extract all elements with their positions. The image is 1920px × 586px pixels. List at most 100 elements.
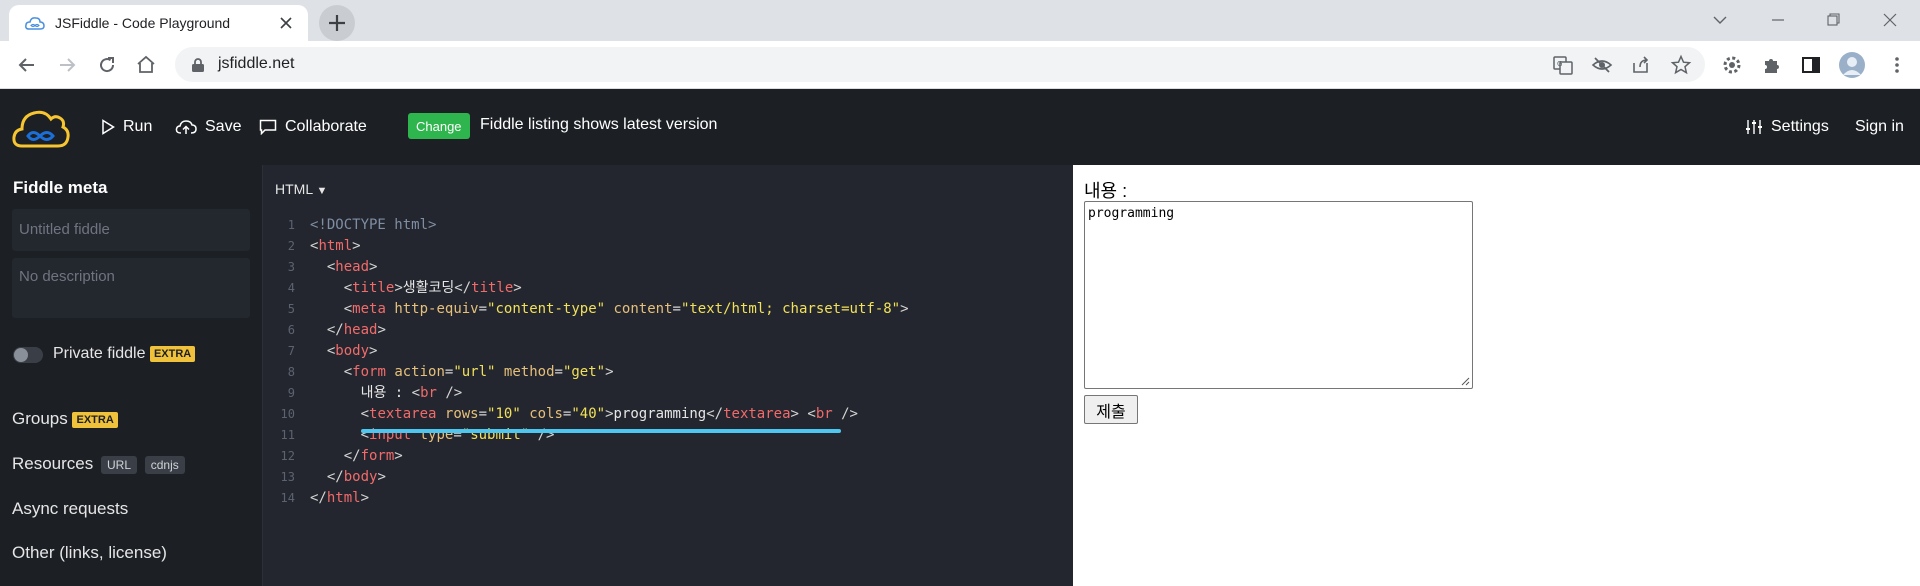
jsfiddle-favicon-icon	[25, 17, 45, 30]
language-label: HTML	[275, 181, 313, 197]
code-line: 10 <textarea rows="10" cols="40">program…	[263, 404, 1073, 425]
result-submit-button[interactable]: 제출	[1084, 395, 1138, 424]
change-badge[interactable]: Change	[408, 113, 470, 139]
code-line: 5 <meta http-equiv="content-type" conten…	[263, 299, 1073, 320]
chat-bubble-icon	[259, 119, 277, 135]
language-selector[interactable]: HTML ▼	[275, 181, 327, 197]
html-editor-panel[interactable]: HTML ▼ 1 <!DOCTYPE html> 2 <html> 3 <head>…	[263, 165, 1073, 586]
cloud-upload-icon	[175, 120, 197, 134]
cdnjs-chip[interactable]: cdnjs	[144, 455, 185, 474]
line-number: 7	[287, 344, 295, 358]
extra-badge: EXTRA	[72, 411, 118, 428]
code-line: 12 </form>	[263, 446, 1073, 467]
sidebar-item-other[interactable]: Other (links, license)	[12, 543, 167, 563]
browser-tab-bar: JSFiddle - Code Playground	[0, 0, 1920, 41]
translate-icon[interactable]: G	[1552, 54, 1574, 76]
line-number: 4	[287, 281, 295, 295]
url-chip[interactable]: URL	[101, 455, 138, 474]
browser-tab-active[interactable]: JSFiddle - Code Playground	[9, 5, 308, 41]
private-fiddle-toggle[interactable]	[13, 347, 43, 363]
line-number: 9	[287, 386, 295, 400]
code-line: 6 </head>	[263, 320, 1073, 341]
signin-label: Sign in	[1855, 118, 1904, 135]
url-text[interactable]: jsfiddle.net	[218, 55, 295, 73]
code-line: 14 </html>	[263, 488, 1073, 509]
line-number: 14	[280, 491, 295, 505]
fiddle-meta-sidebar: Fiddle meta Untitled fiddle No descripti…	[0, 165, 263, 586]
result-form-label: 내용 :	[1084, 181, 1128, 201]
extension-gear-icon[interactable]	[1720, 53, 1744, 77]
line-number: 13	[280, 470, 295, 484]
line-number: 1	[287, 218, 295, 232]
code-area[interactable]: 1 <!DOCTYPE html> 2 <html> 3 <head> 4 <tit…	[263, 215, 1073, 509]
change-message: Fiddle listing shows latest version	[480, 116, 718, 133]
restore-icon[interactable]	[1813, 6, 1853, 34]
sidebar-item-groups[interactable]: Groups EXTRA	[12, 409, 118, 429]
line-number: 10	[280, 407, 295, 421]
eye-off-icon[interactable]	[1591, 54, 1613, 76]
svg-text:G: G	[1557, 60, 1562, 68]
fiddle-description-input[interactable]: No description	[12, 258, 250, 318]
tab-title: JSFiddle - Code Playground	[55, 15, 231, 31]
resize-handle-icon[interactable]	[1461, 377, 1470, 386]
line-number: 3	[287, 260, 295, 274]
resources-label: Resources	[12, 454, 94, 473]
save-button[interactable]: Save	[175, 116, 241, 138]
lock-icon[interactable]	[191, 57, 205, 73]
settings-label: Settings	[1771, 118, 1829, 135]
code-line: 4 <title>생활코딩</title>	[263, 278, 1073, 299]
plus-icon	[329, 15, 345, 31]
fiddle-title-input[interactable]: Untitled fiddle	[12, 209, 250, 251]
collaborate-label: Collaborate	[285, 118, 367, 135]
share-icon[interactable]	[1630, 54, 1652, 76]
side-panel-icon[interactable]	[1799, 53, 1823, 77]
highlight-underline	[361, 429, 841, 433]
line-number: 5	[287, 302, 295, 316]
forward-arrow-icon[interactable]	[55, 53, 79, 77]
caret-down-icon: ▼	[316, 185, 328, 197]
line-number: 12	[280, 449, 295, 463]
code-line: 9 내용 : <br />	[263, 383, 1073, 404]
result-textarea[interactable]: programming	[1084, 201, 1473, 389]
code-line: 8 <form action="url" method="get">	[263, 362, 1073, 383]
browser-toolbar: jsfiddle.net G	[0, 41, 1920, 89]
sidebar-item-resources[interactable]: Resources URL cdnjs	[12, 454, 185, 474]
run-button[interactable]: Run	[101, 116, 152, 138]
jsfiddle-logo-icon[interactable]	[12, 104, 70, 152]
run-label: Run	[123, 118, 153, 135]
address-bar[interactable]: jsfiddle.net G	[175, 47, 1705, 82]
minimize-icon[interactable]	[1758, 6, 1798, 34]
window-close-icon[interactable]	[1870, 6, 1910, 34]
signin-button[interactable]: Sign in	[1855, 116, 1904, 138]
new-tab-button[interactable]	[319, 5, 355, 41]
code-line: 13 </body>	[263, 467, 1073, 488]
collaborate-button[interactable]: Collaborate	[259, 116, 367, 138]
extra-badge: EXTRA	[149, 345, 196, 362]
settings-button[interactable]: Settings	[1745, 116, 1829, 138]
chevron-down-icon[interactable]	[1700, 6, 1740, 34]
close-icon[interactable]	[276, 13, 296, 33]
more-vert-icon[interactable]	[1885, 53, 1909, 77]
code-line: 7 <body>	[263, 341, 1073, 362]
back-arrow-icon[interactable]	[15, 53, 39, 77]
code-line: 2 <html>	[263, 236, 1073, 257]
result-pane: 내용 : programming 제출	[1073, 165, 1920, 586]
result-textarea-value: programming	[1088, 206, 1175, 221]
code-line: 3 <head>	[263, 257, 1073, 278]
sidebar-title: Fiddle meta	[13, 178, 108, 197]
private-fiddle-text: Private fiddle	[53, 345, 146, 362]
groups-label: Groups	[12, 409, 68, 428]
bookmark-star-icon[interactable]	[1670, 54, 1692, 76]
reload-icon[interactable]	[95, 53, 119, 77]
sliders-icon	[1746, 120, 1762, 134]
profile-avatar-icon[interactable]	[1838, 51, 1866, 79]
line-number: 11	[280, 428, 295, 442]
home-icon[interactable]	[134, 53, 158, 77]
sidebar-item-async[interactable]: Async requests	[12, 499, 128, 519]
private-fiddle-label: Private fiddle EXTRA	[53, 345, 196, 363]
jsfiddle-header: Run Save Collaborate Change Fiddle listi…	[0, 89, 1920, 165]
line-number: 6	[287, 323, 295, 337]
play-icon	[102, 119, 115, 135]
extensions-puzzle-icon[interactable]	[1760, 53, 1784, 77]
line-number: 2	[287, 239, 295, 253]
